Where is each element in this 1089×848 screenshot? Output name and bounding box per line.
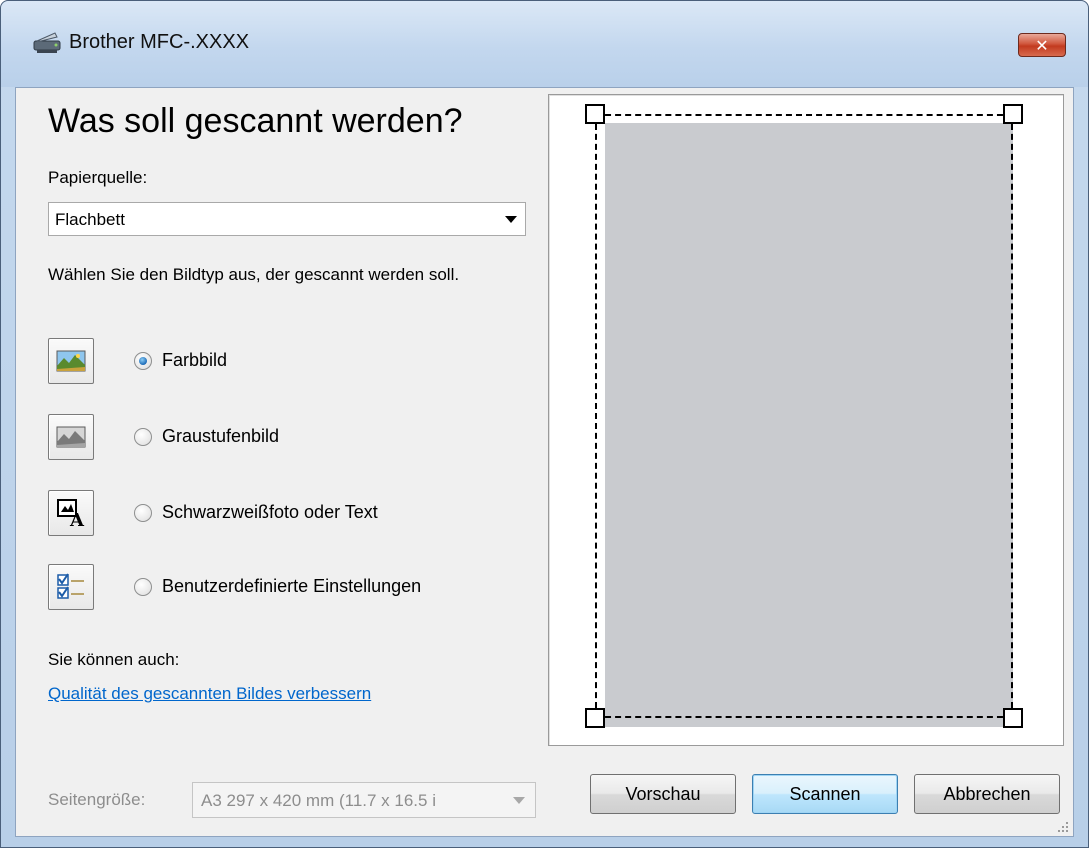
scan-dialog-window: Brother MFC-.XXXX ✕ Was soll gescannt we… bbox=[0, 0, 1089, 848]
scan-button[interactable]: Scannen bbox=[752, 774, 898, 814]
resize-handle-bottom-left[interactable] bbox=[585, 708, 605, 728]
radio-bw-text[interactable] bbox=[134, 504, 152, 522]
radio-label-custom-settings[interactable]: Benutzerdefinierte Einstellungen bbox=[162, 576, 421, 597]
page-size-dropdown: A3 297 x 420 mm (11.7 x 16.5 i bbox=[192, 782, 536, 818]
preview-button[interactable]: Vorschau bbox=[590, 774, 736, 814]
resize-handle-top-left[interactable] bbox=[585, 104, 605, 124]
resize-grip-icon[interactable] bbox=[1057, 820, 1069, 832]
paper-source-dropdown[interactable]: Flachbett bbox=[48, 202, 526, 236]
radio-grayscale-photo[interactable] bbox=[134, 428, 152, 446]
page-title: Was soll gescannt werden? bbox=[48, 102, 463, 140]
svg-text:A: A bbox=[69, 510, 85, 528]
bw-text-icon: A bbox=[57, 499, 85, 528]
grayscale-photo-icon bbox=[56, 426, 86, 448]
radio-label-bw-text[interactable]: Schwarzweißfoto oder Text bbox=[162, 502, 378, 523]
close-icon: ✕ bbox=[1035, 35, 1049, 55]
scanner-icon bbox=[31, 31, 63, 57]
resize-handle-top-right[interactable] bbox=[1003, 104, 1023, 124]
resize-handle-bottom-right[interactable] bbox=[1003, 708, 1023, 728]
page-size-label: Seitengröße: bbox=[48, 790, 146, 809]
color-photo-button[interactable] bbox=[48, 338, 94, 384]
bw-text-button[interactable]: A bbox=[48, 490, 94, 536]
radio-label-grayscale-photo[interactable]: Graustufenbild bbox=[162, 426, 279, 447]
improve-quality-link[interactable]: Qualität des gescannten Bildes verbesser… bbox=[48, 684, 371, 704]
page-size-value: A3 297 x 420 mm (11.7 x 16.5 i bbox=[201, 791, 436, 810]
radio-color-photo[interactable] bbox=[134, 352, 152, 370]
dialog-content: Was soll gescannt werden? Papierquelle: … bbox=[15, 87, 1074, 837]
chevron-down-icon bbox=[513, 797, 525, 804]
radio-custom-settings[interactable] bbox=[134, 578, 152, 596]
custom-settings-button[interactable] bbox=[48, 564, 94, 610]
custom-settings-icon bbox=[57, 573, 84, 599]
image-type-instruction: Wählen Sie den Bildtyp aus, der gescannt… bbox=[48, 265, 460, 284]
color-photo-icon bbox=[56, 350, 86, 372]
close-button[interactable]: ✕ bbox=[1018, 33, 1066, 57]
paper-source-label: Papierquelle: bbox=[48, 168, 148, 187]
cancel-button[interactable]: Abbrechen bbox=[914, 774, 1060, 814]
paper-source-value: Flachbett bbox=[55, 210, 125, 229]
also-label: Sie können auch: bbox=[48, 650, 180, 669]
grayscale-photo-button[interactable] bbox=[48, 414, 94, 460]
window-title: Brother MFC-.XXXX bbox=[69, 31, 250, 53]
chevron-down-icon bbox=[505, 216, 517, 223]
preview-pane[interactable] bbox=[548, 94, 1064, 746]
title-bar[interactable]: Brother MFC-.XXXX ✕ bbox=[1, 1, 1088, 87]
scan-selection-rectangle[interactable] bbox=[595, 114, 1013, 718]
radio-label-color-photo[interactable]: Farbbild bbox=[162, 350, 227, 371]
